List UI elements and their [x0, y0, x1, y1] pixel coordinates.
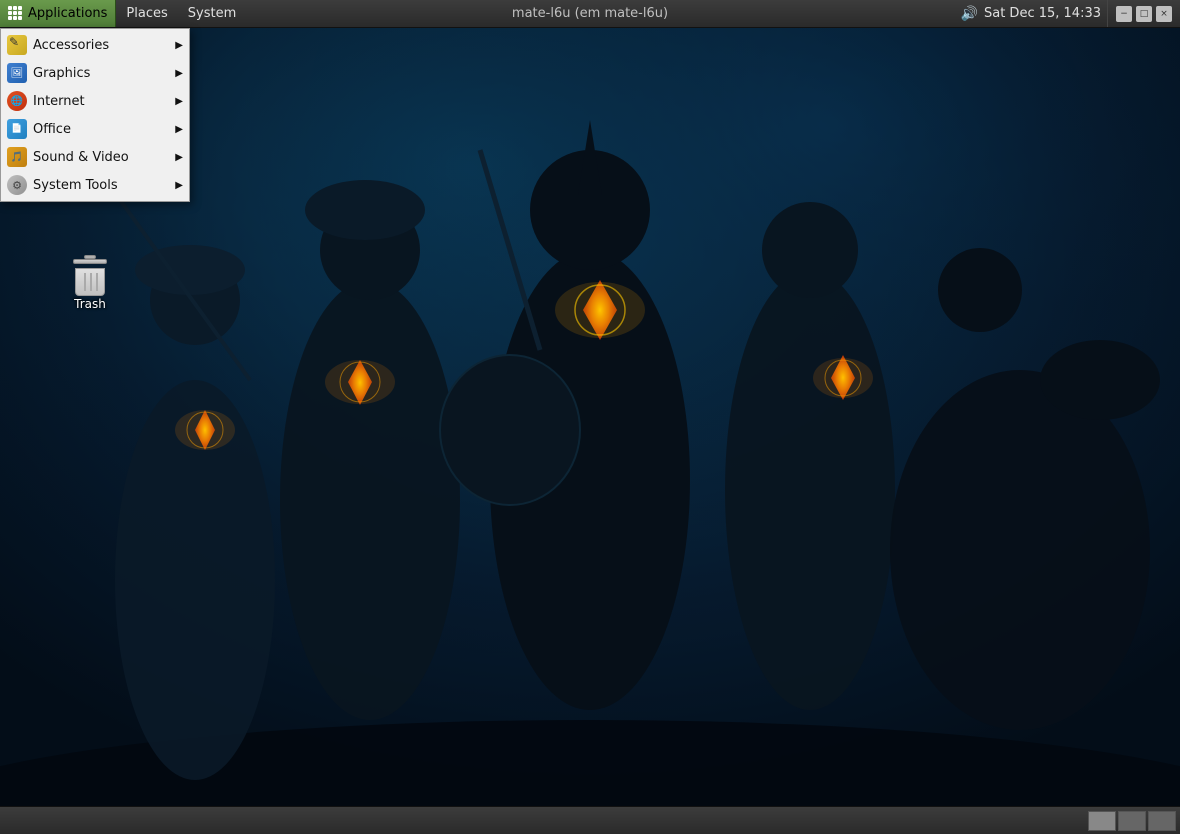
accessories-arrow: ▶	[175, 40, 183, 51]
trash-body	[75, 268, 105, 296]
accessories-icon	[7, 35, 27, 55]
sound-video-icon: 🎵	[7, 147, 27, 167]
menu-item-internet[interactable]: 🌐 Internet ▶	[1, 87, 189, 115]
internet-arrow: ▶	[175, 96, 183, 107]
internet-label: Internet	[33, 94, 85, 109]
system-tools-label: System Tools	[33, 178, 118, 193]
office-label: Office	[33, 122, 71, 137]
trash-icon-image	[72, 255, 108, 295]
clock-display: Sat Dec 15, 14:33	[984, 6, 1101, 21]
sound-video-arrow: ▶	[175, 152, 183, 163]
workspace-2-button[interactable]	[1118, 811, 1146, 831]
graphics-icon: 🖼	[7, 63, 27, 83]
graphics-arrow: ▶	[175, 68, 183, 79]
system-tools-arrow: ▶	[175, 180, 183, 191]
applications-icon	[8, 6, 24, 22]
close-button[interactable]: ×	[1156, 6, 1172, 22]
graphics-label: Graphics	[33, 66, 90, 81]
internet-icon: 🌐	[7, 91, 27, 111]
menu-item-system-tools[interactable]: ⚙ System Tools ▶	[1, 171, 189, 199]
minimize-button[interactable]: −	[1116, 6, 1132, 22]
system-tools-icon: ⚙	[7, 175, 27, 195]
trash-label: Trash	[74, 297, 106, 311]
menu-item-graphics[interactable]: 🖼 Graphics ▶	[1, 59, 189, 87]
applications-menu-button[interactable]: Applications	[0, 0, 116, 27]
system-button[interactable]: System	[178, 0, 246, 27]
applications-label: Applications	[28, 6, 107, 21]
maximize-button[interactable]: □	[1136, 6, 1152, 22]
menu-item-accessories[interactable]: Accessories ▶	[1, 31, 189, 59]
bottom-taskbar	[0, 806, 1180, 834]
workspace-switcher	[1088, 811, 1180, 831]
trash-desktop-icon[interactable]: Trash	[55, 255, 125, 311]
taskbar: Applications Places System mate-l6u (em …	[0, 0, 1180, 28]
window-title: mate-l6u (em mate-l6u)	[512, 6, 668, 21]
menu-item-office[interactable]: 📄 Office ▶	[1, 115, 189, 143]
trash-icon-wrapper	[70, 255, 110, 295]
trash-lid	[73, 259, 107, 264]
places-button[interactable]: Places	[116, 0, 177, 27]
volume-icon[interactable]: 🔊	[961, 6, 978, 22]
accessories-label: Accessories	[33, 38, 109, 53]
window-controls: − □ ×	[1107, 0, 1172, 27]
office-arrow: ▶	[175, 124, 183, 135]
workspace-1-button[interactable]	[1088, 811, 1116, 831]
menu-item-sound-video[interactable]: 🎵 Sound & Video ▶	[1, 143, 189, 171]
workspace-3-button[interactable]	[1148, 811, 1176, 831]
taskbar-left: Applications Places System	[0, 0, 246, 27]
office-icon: 📄	[7, 119, 27, 139]
applications-dropdown: Accessories ▶ 🖼 Graphics ▶ 🌐 Internet ▶ …	[0, 28, 190, 202]
sound-video-label: Sound & Video	[33, 150, 129, 165]
taskbar-right: 🔊 Sat Dec 15, 14:33 − □ ×	[961, 0, 1180, 27]
